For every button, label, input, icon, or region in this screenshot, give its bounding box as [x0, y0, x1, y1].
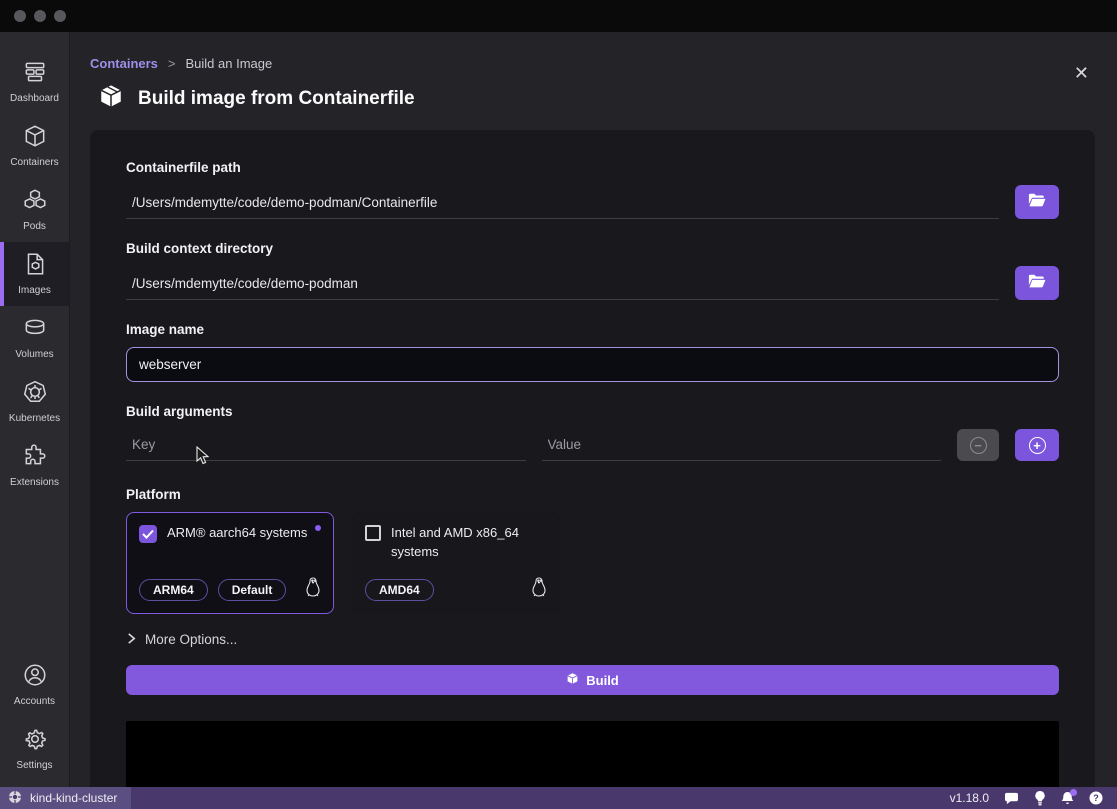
folder-icon: [1028, 274, 1046, 292]
build-cube-icon: [566, 672, 579, 688]
containers-icon: [22, 123, 48, 154]
page-title: Build image from Containerfile: [138, 88, 415, 110]
window-close-button[interactable]: [14, 10, 26, 22]
breadcrumb-separator: >: [168, 56, 176, 71]
close-icon[interactable]: ✕: [1074, 64, 1089, 82]
pods-icon: [22, 187, 48, 218]
sidebar-item-label: Settings: [16, 760, 52, 771]
platform-tag-arm64: ARM64: [139, 579, 208, 601]
window-titlebar: [0, 0, 1117, 32]
build-arguments-label: Build arguments: [126, 404, 1059, 419]
sidebar-item-pods[interactable]: Pods: [0, 178, 69, 242]
sidebar-item-label: Extensions: [10, 477, 59, 488]
sidebar-item-dashboard[interactable]: Dashboard: [0, 50, 69, 114]
containerfile-path-label: Containerfile path: [126, 160, 1059, 175]
folder-icon: [1028, 193, 1046, 211]
notification-dot: [1070, 789, 1077, 796]
build-output-terminal: [126, 721, 1059, 787]
build-button-label: Build: [586, 673, 619, 688]
sidebar-item-label: Volumes: [15, 349, 53, 360]
sidebar-item-accounts[interactable]: Accounts: [0, 653, 69, 717]
help-icon[interactable]: ?: [1089, 791, 1103, 805]
extensions-icon: [22, 443, 48, 474]
feedback-icon[interactable]: [1004, 792, 1019, 805]
more-options-label: More Options...: [145, 632, 237, 647]
image-name-group: Image name: [126, 322, 1059, 382]
window-minimize-button[interactable]: [34, 10, 46, 22]
build-context-input[interactable]: [126, 268, 999, 300]
containerfile-path-group: Containerfile path: [126, 160, 1059, 241]
checkbox-unchecked-icon[interactable]: [365, 525, 381, 541]
sidebar-item-label: Images: [18, 285, 51, 296]
linux-tux-icon: [531, 577, 547, 602]
lightbulb-icon[interactable]: [1034, 791, 1046, 806]
containerfile-browse-button[interactable]: [1015, 185, 1059, 219]
platform-card-amd64[interactable]: Intel and AMD x86_64 systems AMD64: [352, 512, 560, 614]
kind-cluster-icon: [8, 790, 22, 807]
sidebar-item-label: Containers: [10, 157, 58, 168]
build-arguments-group: Build arguments − +: [126, 404, 1059, 461]
plus-circle-icon: +: [1029, 437, 1046, 454]
settings-icon: [22, 726, 48, 757]
image-name-input[interactable]: [126, 347, 1059, 382]
sidebar-item-containers[interactable]: Containers: [0, 114, 69, 178]
sidebar: Dashboard Containers Pods Images Volumes: [0, 32, 70, 787]
remove-build-arg-button[interactable]: −: [957, 429, 999, 461]
add-build-arg-button[interactable]: +: [1015, 429, 1059, 461]
page-header: Containers > Build an Image Build image …: [70, 32, 1117, 126]
breadcrumb-containers-link[interactable]: Containers: [90, 56, 158, 71]
build-arg-key-input[interactable]: [126, 429, 526, 461]
sidebar-item-settings[interactable]: Settings: [0, 717, 69, 781]
sidebar-item-label: Accounts: [14, 696, 55, 707]
platform-label: Platform: [126, 487, 1059, 502]
platform-group: Platform ARM® aarch64 systems ARM64 Def: [126, 487, 1059, 614]
images-icon: [22, 251, 48, 282]
sidebar-item-label: Kubernetes: [9, 413, 60, 424]
kubernetes-icon: [22, 379, 48, 410]
sidebar-item-label: Pods: [23, 221, 46, 232]
notifications-bell-icon[interactable]: [1061, 791, 1074, 805]
build-context-label: Build context directory: [126, 241, 1059, 256]
sidebar-item-images[interactable]: Images: [0, 242, 69, 306]
selected-indicator-dot: [315, 525, 321, 531]
image-name-label: Image name: [126, 322, 1059, 337]
cluster-name: kind-kind-cluster: [30, 791, 117, 805]
build-context-browse-button[interactable]: [1015, 266, 1059, 300]
platform-tag-amd64: AMD64: [365, 579, 434, 601]
sidebar-item-label: Dashboard: [10, 93, 59, 104]
sidebar-item-extensions[interactable]: Extensions: [0, 434, 69, 498]
build-context-group: Build context directory: [126, 241, 1059, 322]
container-cube-icon: [98, 83, 124, 114]
more-options-toggle[interactable]: More Options...: [126, 632, 1059, 647]
checkbox-checked-icon[interactable]: [139, 525, 157, 543]
volumes-icon: [22, 315, 48, 346]
chevron-right-icon: [126, 632, 137, 647]
svg-text:?: ?: [1093, 793, 1099, 803]
breadcrumb-current: Build an Image: [186, 56, 273, 71]
build-button[interactable]: Build: [126, 665, 1059, 695]
linux-tux-icon: [305, 577, 321, 602]
minus-circle-icon: −: [970, 437, 987, 454]
build-form-panel: Containerfile path Build context directo…: [90, 130, 1095, 787]
containerfile-path-input[interactable]: [126, 187, 999, 219]
dashboard-icon: [22, 59, 48, 90]
platform-card-arm64[interactable]: ARM® aarch64 systems ARM64 Default: [126, 512, 334, 614]
status-bar: kind-kind-cluster v1.18.0 ?: [0, 787, 1117, 809]
main-content: Containers > Build an Image Build image …: [70, 32, 1117, 787]
platform-card-title: Intel and AMD x86_64 systems: [391, 524, 541, 562]
platform-tag-default: Default: [218, 579, 287, 601]
build-arg-value-input[interactable]: [542, 429, 942, 461]
breadcrumb: Containers > Build an Image: [90, 56, 1081, 71]
app-version: v1.18.0: [950, 791, 989, 805]
sidebar-spacer: [0, 498, 69, 653]
sidebar-item-volumes[interactable]: Volumes: [0, 306, 69, 370]
window-maximize-button[interactable]: [54, 10, 66, 22]
platform-card-title: ARM® aarch64 systems: [167, 524, 307, 543]
accounts-icon: [22, 662, 48, 693]
statusbar-cluster-item[interactable]: kind-kind-cluster: [0, 787, 131, 809]
sidebar-item-kubernetes[interactable]: Kubernetes: [0, 370, 69, 434]
